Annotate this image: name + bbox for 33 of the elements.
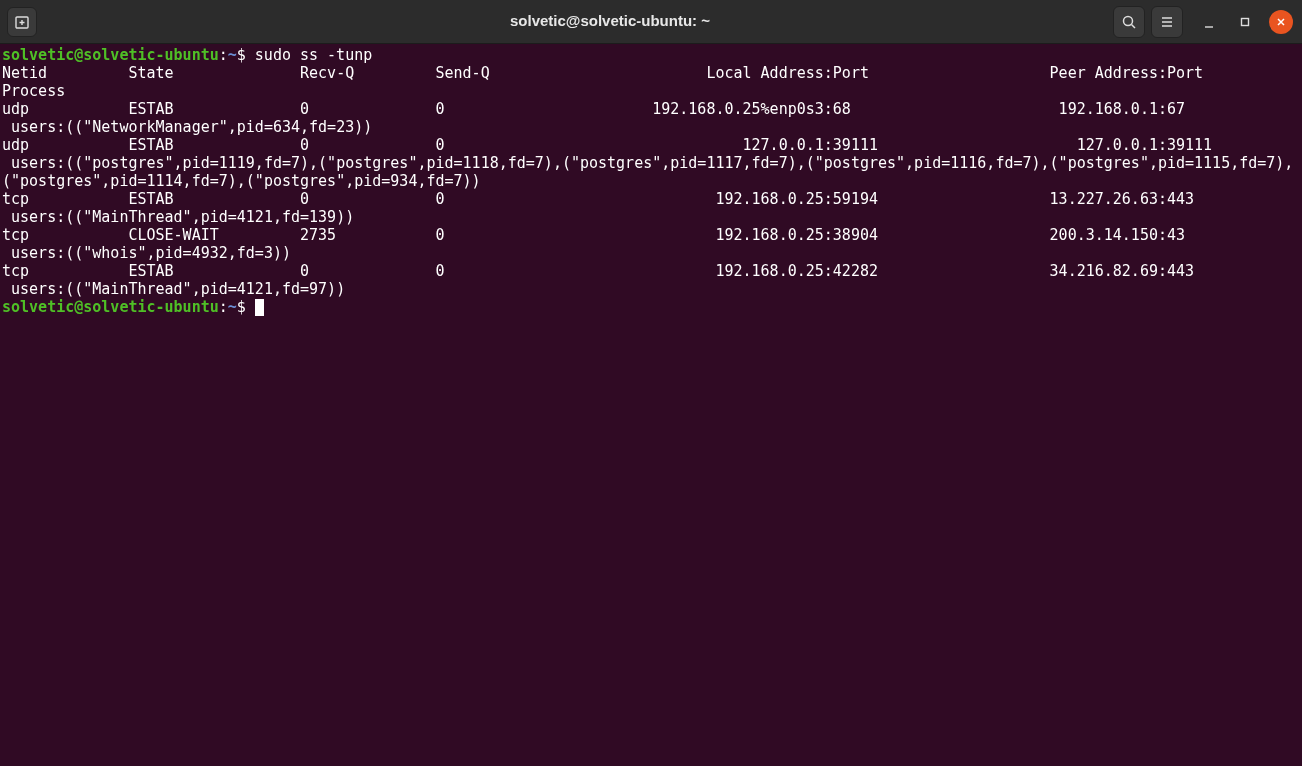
prompt-separator: : [218,46,228,64]
output-line: users:(("MainThread",pid=4121,fd=97)) [10,280,346,298]
search-icon [1121,13,1137,30]
menu-icon [1160,15,1174,28]
new-tab-icon [14,13,30,30]
close-icon [1276,16,1286,27]
command-text: sudo ss -tunp [254,46,373,64]
output-line: tcp ESTAB 0 0 192.168.0.25:59194 13.227.26.63:443 [2,190,1195,208]
output-line: udp ESTAB 0 0 127.0.0.1:39111 127.0.0.1:39111 [2,136,1213,154]
minimize-icon [1205,25,1213,28]
window-title: solvetic@solvetic-ubuntu: ~ [509,11,711,32]
prompt-path: ~ [227,298,237,316]
output-line: udp ESTAB 0 0 192.168.0.25%enp0s3:68 192.168.0.1:67 [2,100,1186,118]
output-line: users:(("whois",pid=4932,fd=3)) [10,244,291,262]
prompt-symbol: $ [236,298,246,316]
output-line: Netid State Recv-Q Send-Q Local Address:Port Peer Address:Port [2,64,1204,82]
output-line: users:(("MainThread",pid=4121,fd=139)) [10,208,355,226]
prompt-path: ~ [227,46,237,64]
output-line: Process [2,82,66,100]
prompt-user-host: solvetic@solvetic-ubuntu [2,46,219,64]
close-button[interactable] [1269,9,1293,34]
output-line: users:(("NetworkManager",pid=634,fd=23)) [10,118,373,136]
new-tab-button[interactable] [7,6,37,37]
output-line: users:(("postgres",pid=1119,fd=7),("postgres",pid=1118,fd=7),("postgres",pid=1117,fd=7),("postgres",pid=1116,fd=7),("postgres",pid=1115,fd=7), [10,154,1294,172]
output-line: tcp CLOSE-WAIT 2735 0 192.168.0.25:38904 200.3.14.150:43 [2,226,1186,244]
maximize-icon [1240,16,1250,27]
menu-button[interactable] [1151,5,1183,38]
search-button[interactable] [1113,5,1145,38]
prompt-separator: : [218,298,228,316]
prompt-symbol: $ [236,46,246,64]
output-line: tcp ESTAB 0 0 192.168.0.25:42282 34.216.82.69:443 [2,262,1195,280]
prompt-user-host: solvetic@solvetic-ubuntu [2,298,219,316]
output-line: ("postgres",pid=1114,fd=7),("postgres",pid=934,fd=7)) [2,172,481,190]
